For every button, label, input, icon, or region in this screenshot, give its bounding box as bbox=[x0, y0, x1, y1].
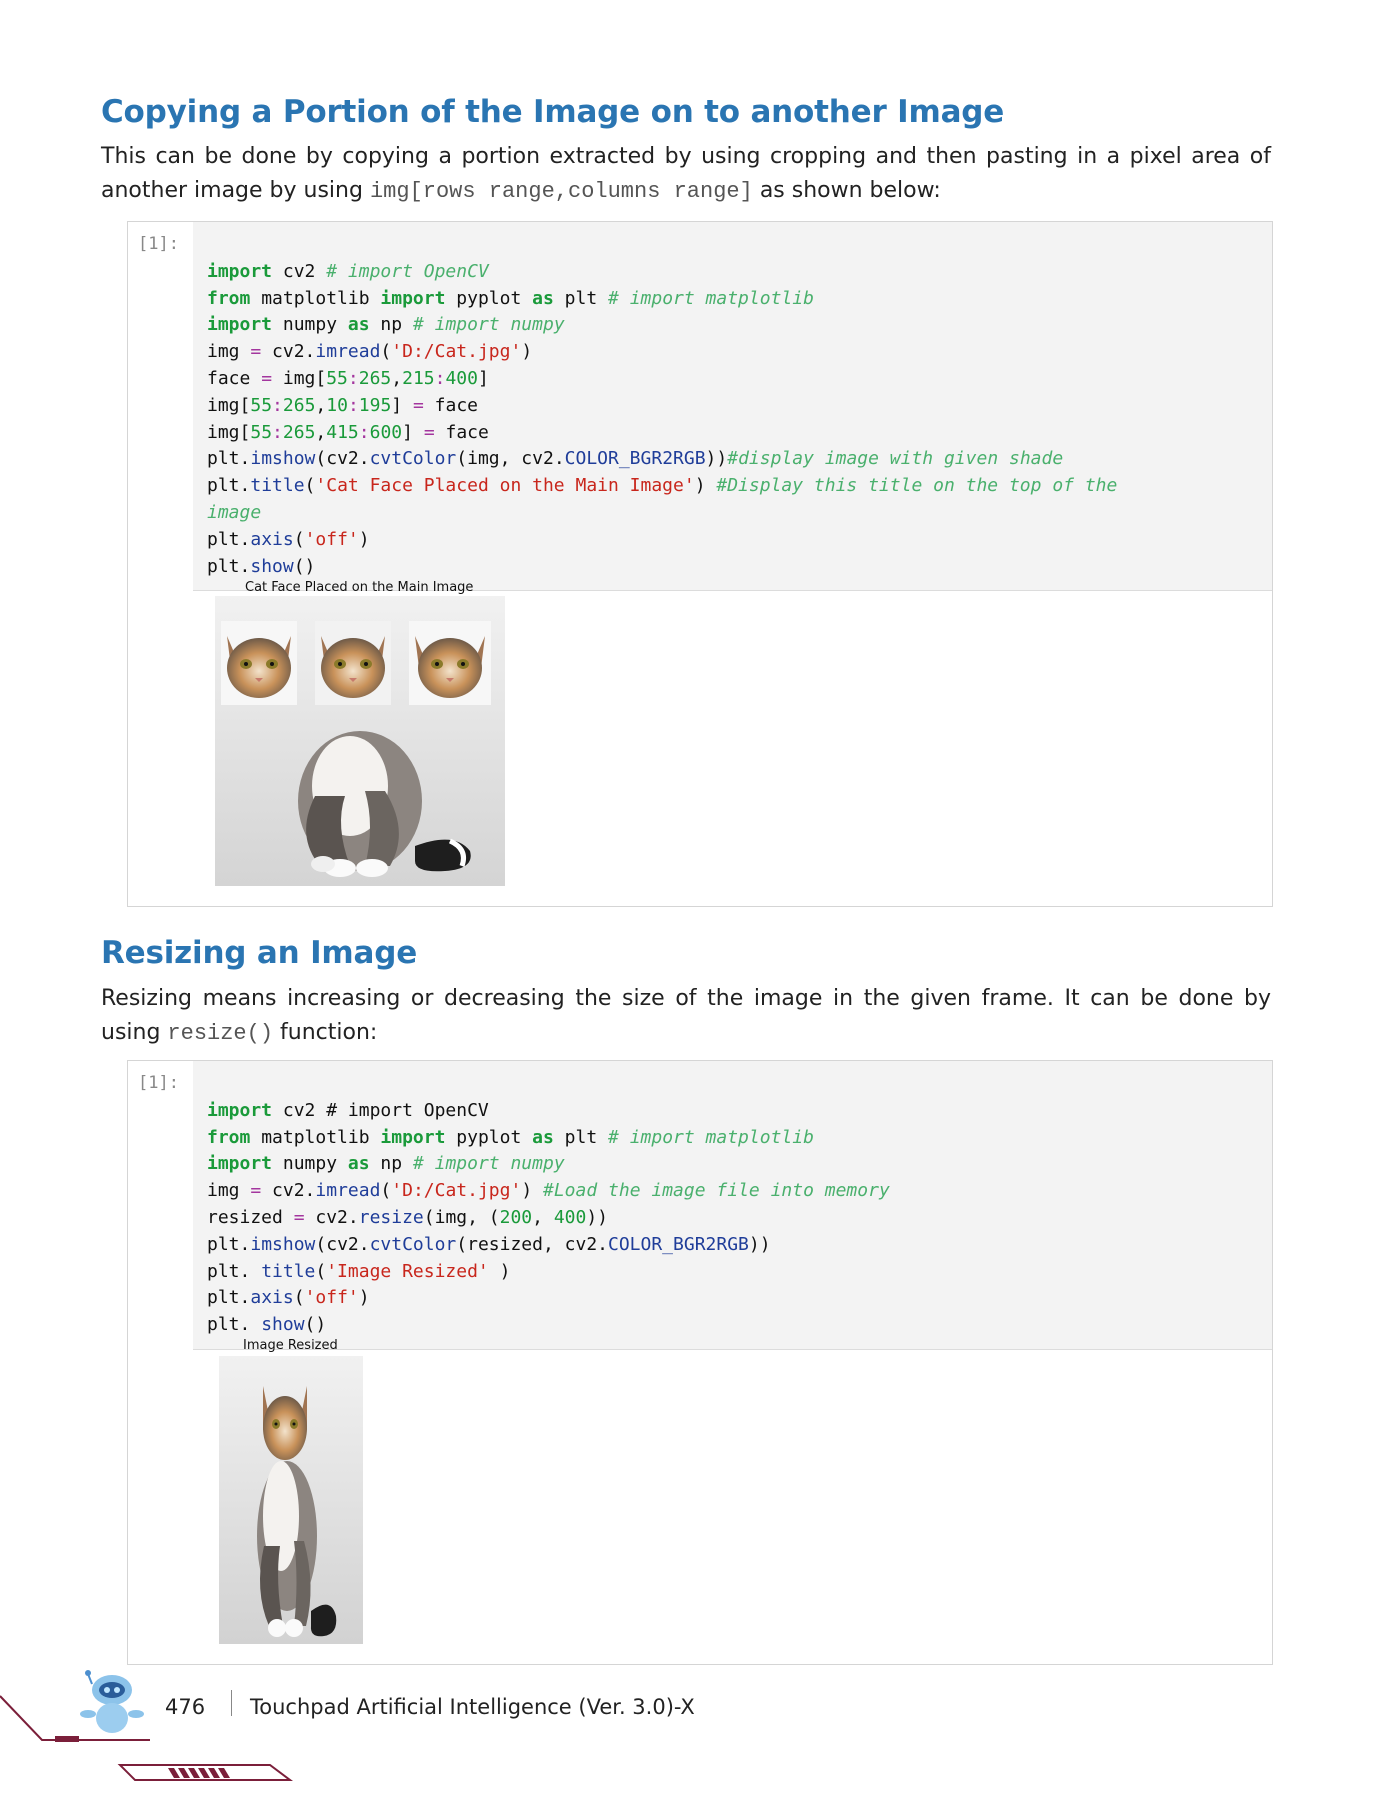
cat-face-right bbox=[409, 621, 491, 705]
inline-code: resize() bbox=[167, 1021, 274, 1046]
cat-resized-image bbox=[219, 1356, 363, 1644]
inline-code: img[rows range,columns range] bbox=[369, 179, 753, 204]
code-block[interactable]: import cv2 # import OpenCV from matplotli… bbox=[193, 222, 1272, 592]
section-heading-resizing: Resizing an Image bbox=[101, 935, 418, 971]
cell-prompt: [1]: bbox=[138, 234, 179, 254]
code-block[interactable]: import cv2 # import OpenCV from matplotli… bbox=[193, 1061, 1272, 1350]
figure-title: Image Resized bbox=[243, 1338, 338, 1353]
paragraph-text: function: bbox=[273, 1020, 378, 1045]
section-heading-copying: Copying a Portion of the Image on to ano… bbox=[101, 94, 1005, 130]
cat-face-center bbox=[315, 621, 391, 705]
cat-face-left bbox=[221, 621, 297, 705]
paragraph-text: as shown below: bbox=[752, 178, 941, 203]
book-title: Touchpad Artificial Intelligence (Ver. 3… bbox=[250, 1695, 695, 1719]
page-number: 476 bbox=[165, 1695, 206, 1719]
section-paragraph-copying: This can be done by copying a portion ex… bbox=[101, 140, 1271, 209]
footer-decoration bbox=[0, 1695, 293, 1781]
footer-divider bbox=[231, 1690, 232, 1716]
figure-title: Cat Face Placed on the Main Image bbox=[245, 580, 474, 595]
cell-prompt: [1]: bbox=[138, 1073, 179, 1093]
cat-composite-image bbox=[215, 596, 505, 886]
robot-mascot-icon bbox=[80, 1670, 144, 1733]
section-paragraph-resizing: Resizing means increasing or decreasing … bbox=[101, 982, 1271, 1051]
